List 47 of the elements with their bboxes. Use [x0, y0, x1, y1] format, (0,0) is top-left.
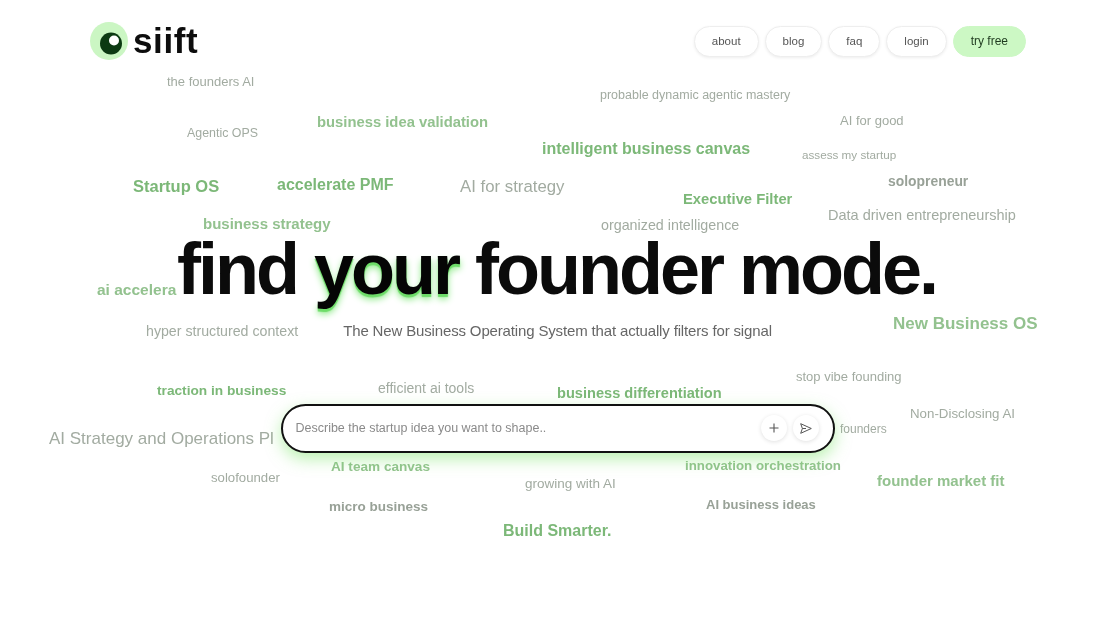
- background-keyword: growing with AI: [525, 475, 616, 493]
- background-keyword: the founders AI: [167, 74, 255, 90]
- background-keyword: business idea validation: [317, 114, 489, 132]
- background-keyword: stop vibe founding: [796, 369, 902, 385]
- logo-icon: [90, 22, 128, 60]
- background-keyword: Data driven entrepreneurship: [828, 207, 1016, 225]
- background-keyword: intelligent business canvas: [542, 139, 751, 159]
- background-keyword: probable dynamic agentic mastery: [600, 87, 791, 103]
- background-keyword: founders: [840, 421, 887, 437]
- nav-link[interactable]: about: [693, 25, 759, 57]
- background-keyword: traction in business: [157, 382, 287, 400]
- background-keyword: hyper structured context: [146, 323, 299, 341]
- background-keyword: efficient ai tools: [378, 379, 475, 397]
- send-icon: [799, 422, 812, 434]
- background-keyword: Build Smarter.: [503, 521, 612, 541]
- background-keyword: assess my startup: [802, 147, 897, 162]
- background-keyword: Agentic OPS: [187, 125, 258, 141]
- background-keyword: business differentiation: [557, 385, 722, 403]
- plus-icon: [768, 423, 779, 434]
- background-keyword: New Business OS: [893, 313, 1038, 335]
- nav-link[interactable]: faq: [828, 25, 881, 57]
- background-keyword: founder market fit: [877, 472, 1005, 490]
- prompt-field[interactable]: Describe the startup idea you want to shape..: [295, 421, 755, 436]
- background-keyword: solofounder: [211, 470, 280, 486]
- send-button[interactable]: [792, 415, 819, 442]
- background-keyword: solopreneur: [888, 172, 969, 190]
- background-keyword: micro business: [329, 498, 429, 516]
- background-keyword: business strategy: [203, 215, 331, 233]
- add-button[interactable]: [760, 415, 787, 442]
- background-keyword: accelerate PMF: [277, 175, 394, 195]
- try-free-button[interactable]: try free: [952, 25, 1026, 57]
- nav-link[interactable]: login: [886, 25, 947, 57]
- subtitle: The New Business Operating System that actually filters for signal: [343, 321, 772, 340]
- background-keyword: AI Strategy and Operations Pl: [49, 428, 274, 450]
- background-keyword: AI for strategy: [460, 176, 565, 198]
- headline: find your founder mode.: [176, 237, 937, 311]
- background-keyword: AI business ideas: [706, 497, 816, 513]
- background-keyword: Executive Filter: [683, 191, 793, 209]
- background-keyword: AI for good: [840, 113, 904, 129]
- nav-link[interactable]: blog: [764, 25, 823, 57]
- background-keyword: Non-Disclosing AI: [910, 406, 1015, 422]
- background-keyword: innovation orchestration: [685, 458, 841, 474]
- brand-name: siift: [133, 22, 199, 60]
- background-keyword: ai accelera: [97, 280, 177, 300]
- background-keyword: Startup OS: [133, 177, 220, 197]
- background-keyword: organized intelligence: [601, 217, 740, 235]
- background-keyword: AI team canvas: [331, 458, 430, 476]
